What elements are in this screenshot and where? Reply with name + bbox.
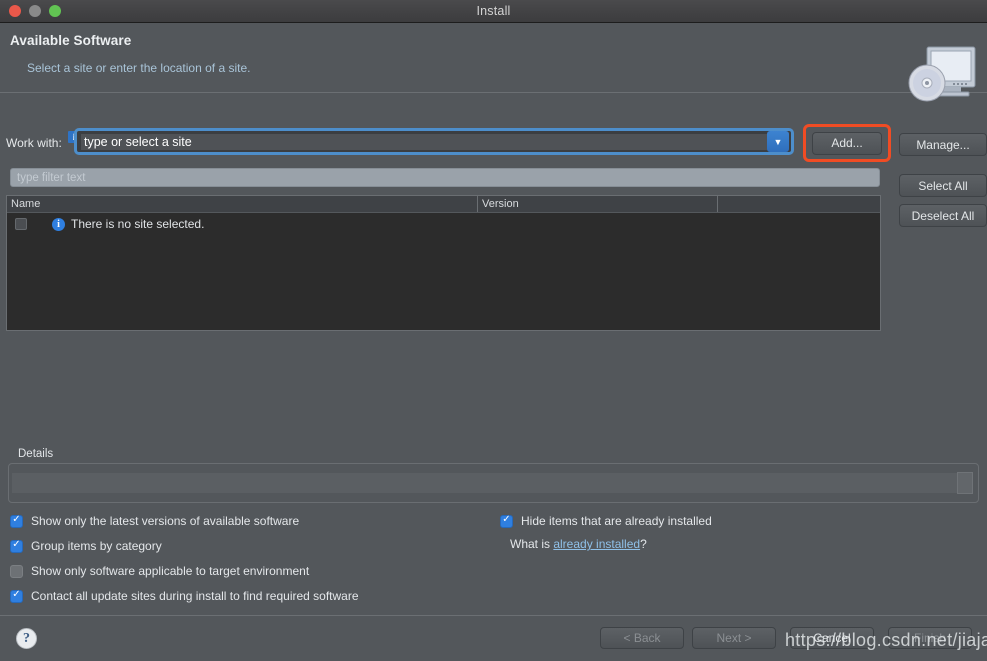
available-software-table[interactable]: Name Version i There is no site selected… [6, 195, 881, 331]
details-content [12, 473, 967, 493]
manage-button[interactable]: Manage... [899, 133, 987, 156]
details-scrollbar-thumb[interactable] [957, 472, 973, 494]
work-with-input[interactable]: type or select a site [81, 133, 767, 150]
info-icon: i [52, 217, 65, 231]
option-applicable-to-target[interactable]: Show only software applicable to target … [10, 564, 309, 578]
option-label: Show only software applicable to target … [31, 564, 310, 578]
option-show-latest-versions[interactable]: ✓ Show only the latest versions of avail… [10, 514, 299, 528]
checkbox[interactable] [10, 564, 23, 578]
back-button[interactable]: < Back [600, 627, 684, 649]
filter-placeholder: type filter text [17, 171, 86, 184]
row-name-cell: There is no site selected. [71, 217, 205, 231]
what-is-suffix: ? [640, 537, 647, 551]
wizard-header: Available Software Select a site or ente… [0, 23, 987, 102]
work-with-row: Work with: i type or select a site ▼ Add… [6, 124, 987, 227]
option-contact-update-sites[interactable]: ✓ Contact all update sites during instal… [10, 589, 359, 603]
table-header: Name Version [7, 196, 880, 213]
install-dialog-window: Install Available Software Select a site… [0, 0, 987, 661]
page-title: Available Software [10, 33, 132, 48]
chevron-down-icon[interactable]: ▼ [767, 131, 789, 152]
checkbox[interactable]: ✓ [10, 514, 23, 528]
add-button[interactable]: Add... [812, 131, 882, 155]
filter-input[interactable]: type filter text [10, 168, 880, 187]
dialog-body: Work with: i type or select a site ▼ Add… [0, 93, 987, 661]
work-with-combo[interactable]: type or select a site ▼ [74, 128, 794, 155]
details-panel [8, 463, 979, 503]
column-header-extra[interactable] [718, 196, 880, 212]
option-label: Contact all update sites during install … [31, 589, 359, 603]
what-is-already-installed: What is already installed? [510, 537, 647, 551]
work-with-label: Work with: [6, 136, 62, 150]
option-label: Hide items that are already installed [521, 514, 712, 528]
column-header-name[interactable]: Name [7, 196, 478, 212]
title-bar: Install [0, 0, 987, 23]
select-all-button[interactable]: Select All [899, 174, 987, 197]
details-label: Details [18, 448, 54, 460]
option-group-by-category[interactable]: ✓ Group items by category [10, 539, 162, 553]
already-installed-link[interactable]: already installed [553, 537, 640, 551]
next-button[interactable]: Next > [692, 627, 776, 649]
window-title: Install [476, 4, 511, 18]
checkbox[interactable]: ✓ [500, 514, 513, 528]
row-checkbox[interactable] [15, 218, 27, 230]
help-question-icon[interactable]: ? [16, 628, 37, 649]
checkbox[interactable]: ✓ [10, 539, 23, 553]
deselect-all-button[interactable]: Deselect All [899, 204, 987, 227]
checkbox[interactable]: ✓ [10, 589, 23, 603]
option-label: Show only the latest versions of availab… [31, 514, 300, 528]
option-hide-already-installed[interactable]: ✓ Hide items that are already installed [500, 514, 712, 528]
what-is-prefix: What is [510, 537, 554, 551]
page-subtitle: Select a site or enter the location of a… [27, 61, 251, 75]
add-button-highlight: Add... [803, 124, 891, 162]
table-row[interactable]: i There is no site selected. [7, 213, 880, 235]
option-label: Group items by category [31, 539, 162, 553]
column-header-version[interactable]: Version [478, 196, 718, 212]
watermark-text: https://blog.csdn.net/jiajane [785, 630, 987, 650]
